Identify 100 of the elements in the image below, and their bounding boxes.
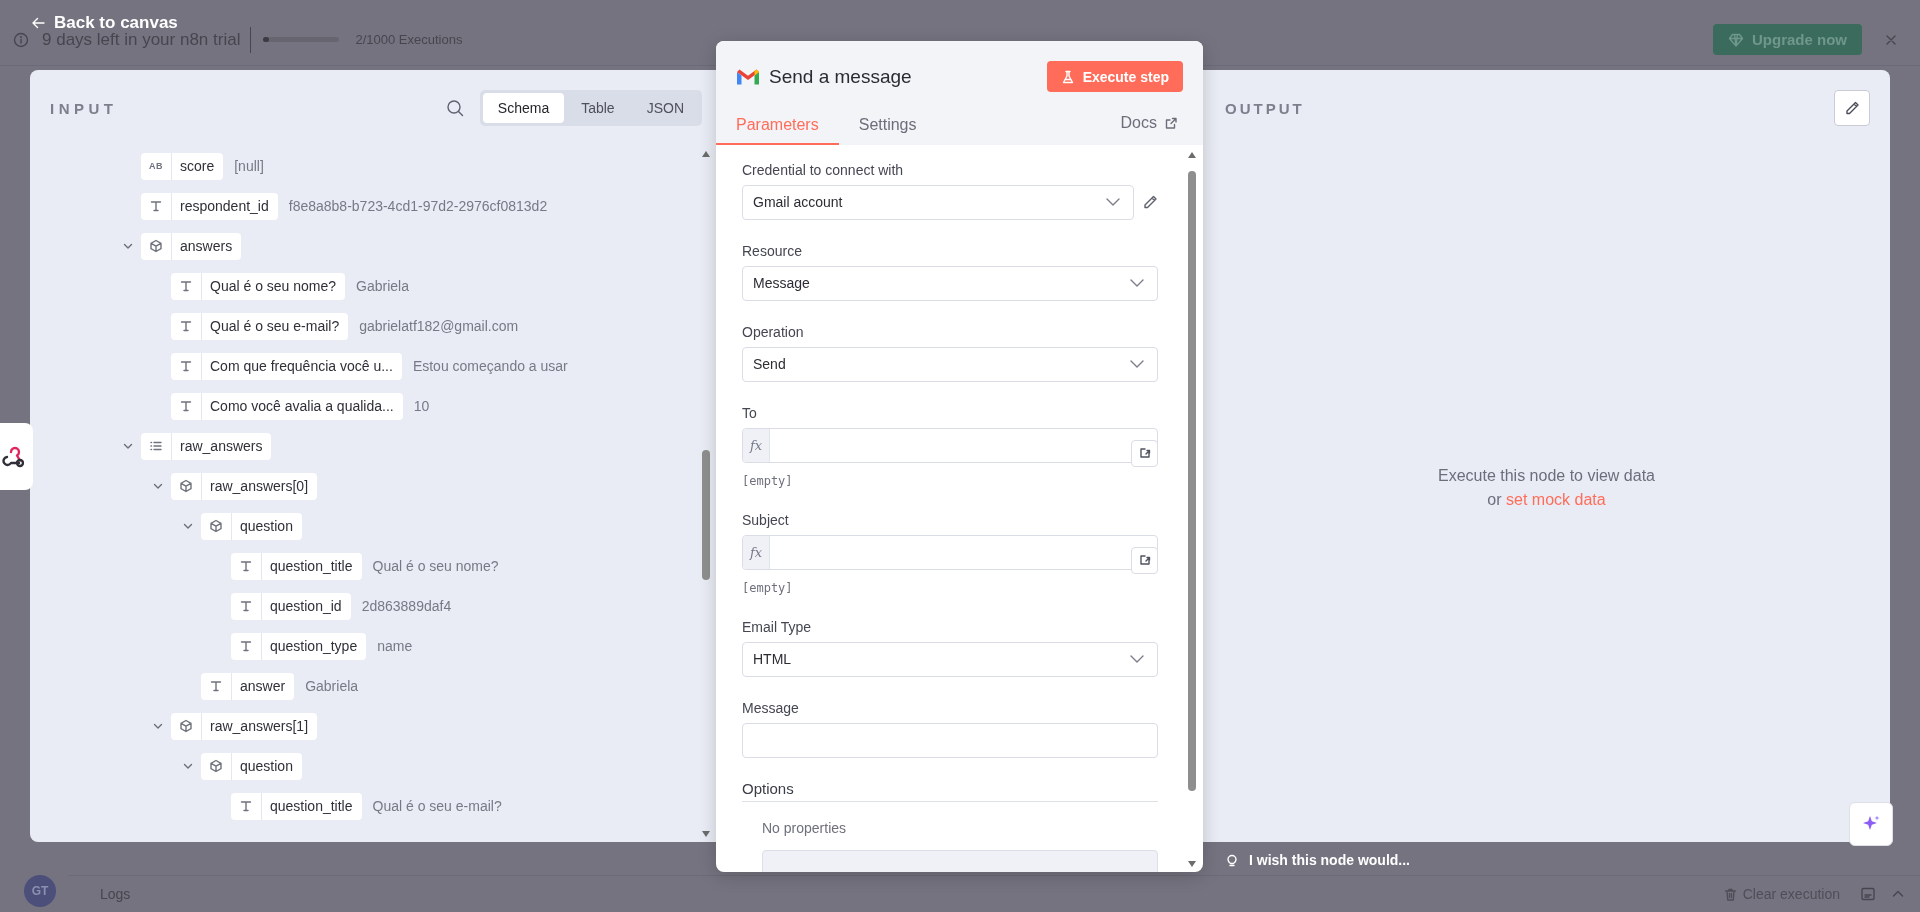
view-tab[interactable]: JSON	[631, 93, 699, 123]
field-name: question	[239, 758, 294, 774]
text-type-icon	[179, 359, 193, 373]
pencil-icon[interactable]	[1142, 194, 1158, 210]
field-value: name	[377, 638, 413, 654]
schema-field-chip[interactable]: question_title	[231, 792, 362, 820]
field-name: question_title	[269, 558, 354, 574]
field-name: raw_answers[0]	[209, 478, 310, 494]
scrollbar-thumb[interactable]	[1188, 170, 1196, 791]
webhook-icon	[2, 444, 24, 469]
field-label: Credential to connect with	[742, 160, 905, 179]
text-type-icon	[149, 199, 163, 213]
search-icon[interactable]	[445, 99, 464, 117]
credential-select[interactable]: Gmail account	[742, 184, 1134, 220]
schema-field-chip[interactable]: question_type	[231, 632, 367, 660]
schema-field-chip[interactable]: answers	[141, 232, 242, 260]
field-value: [null]	[234, 158, 264, 174]
field-value: Gabriela	[305, 678, 359, 694]
schema-field-chip[interactable]: raw_answers[1]	[171, 712, 318, 740]
scroll-up-arrow-icon	[701, 150, 711, 158]
schema-field-chip[interactable]: AB score	[141, 152, 224, 180]
schema-field-chip[interactable]: Como você avalia a qualida...	[171, 392, 403, 420]
field-name: Com que frequência você u...	[209, 358, 394, 374]
field-value: Qual é o seu nome?	[372, 558, 499, 574]
schema-field-chip[interactable]: respondent_id	[141, 192, 278, 220]
field-name: question_id	[269, 598, 343, 614]
scrollbar-thumb[interactable]	[702, 450, 710, 580]
field-label: Message	[742, 698, 800, 717]
field-value: 2d863889daf4	[361, 598, 452, 614]
dropdown-select[interactable]: Send	[742, 346, 1158, 382]
fx-prefix: fx	[743, 428, 770, 462]
scroll-up-arrow-icon	[1187, 150, 1197, 159]
cube-icon	[209, 759, 223, 773]
field-name: question_type	[269, 638, 359, 654]
empty-value-hint: [empty]	[742, 579, 794, 596]
feedback-prompt[interactable]: I wish this node would...	[1225, 852, 1410, 868]
field-name: Como você avalia a qualida...	[209, 398, 395, 414]
empty-output-message: Execute this node to view data or set mock data	[1438, 466, 1655, 510]
mapping-button[interactable]	[1131, 546, 1158, 574]
webhook-node-button[interactable]	[0, 423, 33, 490]
scroll-down-arrow-icon	[701, 830, 711, 838]
lightbulb-icon	[1225, 853, 1239, 867]
field-label: Subject	[742, 510, 790, 529]
dropdown-select[interactable]: Message	[742, 265, 1158, 301]
type-label: AB	[149, 161, 163, 171]
schema-field-chip[interactable]: question_title	[231, 552, 362, 580]
field-name: raw_answers[1]	[209, 718, 310, 734]
mapping-icon	[1137, 446, 1152, 460]
field-value: Gabriela	[356, 278, 409, 294]
field-name: answers	[179, 238, 234, 254]
info-icon	[13, 31, 29, 48]
dropdown-select[interactable]: HTML	[742, 641, 1158, 677]
text-type-icon	[209, 679, 223, 693]
cube-icon	[209, 519, 223, 533]
message-input-field[interactable]	[742, 722, 1158, 758]
schema-field-chip[interactable]: Qual é o seu e-mail?	[171, 312, 349, 340]
pencil-icon	[1844, 100, 1860, 116]
flask-icon	[1060, 69, 1075, 84]
field-value: f8e8a8b8-b723-4cd1-97d2-2976cf0813d2	[288, 198, 548, 214]
docs-link[interactable]: Docs	[1120, 106, 1203, 145]
schema-field-chip[interactable]: raw_answers	[141, 432, 272, 460]
back-to-canvas-link[interactable]: Back to canvas	[30, 13, 178, 33]
schema-field-chip[interactable]: question_id	[231, 592, 351, 620]
view-tab[interactable]: Table	[566, 93, 630, 123]
schema-field-chip[interactable]: question	[201, 512, 302, 540]
node-title: Send a message	[769, 65, 913, 88]
schema-field-chip[interactable]: question	[201, 752, 302, 780]
view-tab[interactable]: Schema	[482, 93, 565, 123]
list-icon	[149, 439, 163, 453]
empty-options-text: No properties	[761, 818, 848, 836]
panel-tab[interactable]: Settings	[838, 106, 937, 145]
field-name: Qual é o seu nome?	[209, 278, 338, 294]
field-name: Qual é o seu e-mail?	[209, 318, 341, 334]
edit-output-button[interactable]	[1834, 90, 1870, 126]
text-type-icon	[179, 399, 193, 413]
scroll-down-arrow-icon	[1187, 859, 1197, 868]
external-link-icon	[1165, 116, 1177, 129]
schema-field-chip[interactable]: Qual é o seu nome?	[171, 272, 346, 300]
field-name: score	[179, 158, 216, 174]
cube-icon	[179, 719, 193, 733]
mapping-icon	[1137, 553, 1152, 567]
text-type-icon	[239, 559, 253, 573]
schema-field-chip[interactable]: answer	[201, 672, 295, 700]
text-type-icon	[239, 599, 253, 613]
trash-icon	[1722, 886, 1738, 902]
schema-field-chip[interactable]: raw_answers[0]	[171, 472, 318, 500]
ai-assistant-button[interactable]	[1849, 802, 1893, 846]
schema-field-chip[interactable]: Com que frequência você u...	[171, 352, 402, 380]
field-name: respondent_id	[179, 198, 270, 214]
field-value: 10	[413, 398, 430, 414]
field-label: Email Type	[742, 617, 812, 636]
mapping-button[interactable]	[1131, 439, 1158, 467]
text-type-icon	[239, 799, 253, 813]
cube-icon	[179, 479, 193, 493]
field-name: question	[239, 518, 294, 534]
diamond-icon	[1728, 31, 1744, 48]
field-name: answer	[239, 678, 287, 694]
gmail-logo-icon	[736, 67, 760, 86]
fx-prefix: fx	[743, 535, 770, 569]
text-type-icon	[179, 319, 193, 333]
